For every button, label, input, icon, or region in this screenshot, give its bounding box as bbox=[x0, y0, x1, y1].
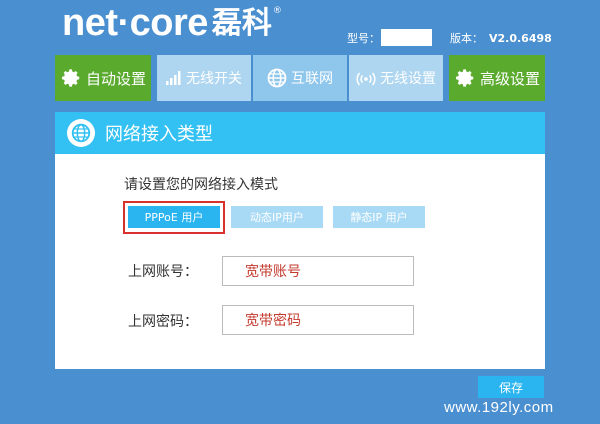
tab-label: 无线设置 bbox=[380, 71, 436, 87]
static-ip-mode-button[interactable]: 静态IP 用户 bbox=[333, 206, 425, 228]
tab-wireless-settings[interactable]: 无线设置 bbox=[349, 55, 443, 101]
password-label: 上网密码： bbox=[128, 314, 198, 330]
site-watermark: www.192ly.com bbox=[444, 399, 554, 416]
panel-title: 网络接入类型 bbox=[105, 124, 213, 145]
brand-name-latin: net·core bbox=[62, 2, 208, 44]
account-label: 上网账号： bbox=[128, 264, 198, 280]
tab-label: 自动设置 bbox=[85, 69, 146, 88]
mode-prompt: 请设置您的网络接入模式 bbox=[124, 177, 278, 193]
version-label: 版本： bbox=[450, 32, 483, 45]
tab-label: 高级设置 bbox=[479, 69, 540, 88]
brand-name-cjk: 磊科 bbox=[211, 6, 272, 41]
model-value-box bbox=[381, 29, 432, 46]
panel-header: 网络接入类型 bbox=[55, 112, 545, 154]
gear-icon bbox=[454, 67, 476, 89]
tab-auto-setup[interactable]: 自动设置 bbox=[55, 55, 151, 101]
model-label: 型号： bbox=[347, 32, 380, 45]
tab-internet[interactable]: 互联网 bbox=[253, 55, 347, 101]
wifi-icon bbox=[356, 70, 376, 86]
globe-icon bbox=[267, 68, 287, 88]
tab-label: 无线开关 bbox=[186, 71, 242, 87]
account-input[interactable] bbox=[222, 256, 414, 286]
version-info: 版本： V2.0.6498 bbox=[450, 31, 552, 47]
globe-icon bbox=[67, 119, 95, 147]
tab-advanced-settings[interactable]: 高级设置 bbox=[449, 55, 545, 101]
tab-label: 互联网 bbox=[291, 71, 333, 87]
save-button[interactable]: 保存 bbox=[478, 376, 544, 398]
registered-mark: ® bbox=[272, 6, 282, 16]
password-input[interactable] bbox=[222, 305, 414, 335]
signal-bars-icon bbox=[166, 71, 182, 85]
tab-wireless-switch[interactable]: 无线开关 bbox=[157, 55, 251, 101]
brand-logo: net·core 磊科 ® bbox=[62, 2, 282, 44]
pppoe-mode-button[interactable]: PPPoE 用户 bbox=[128, 206, 220, 228]
gear-icon bbox=[60, 67, 82, 89]
dynamic-ip-mode-button[interactable]: 动态IP用户 bbox=[231, 206, 323, 228]
version-value: V2.0.6498 bbox=[489, 32, 552, 45]
